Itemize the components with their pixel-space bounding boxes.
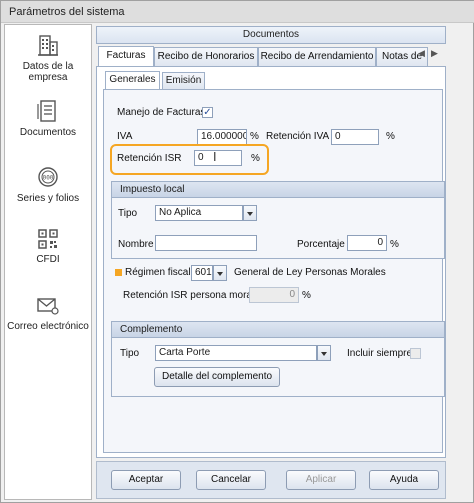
aceptar-button[interactable]: Aceptar xyxy=(111,470,181,490)
tab-facturas[interactable]: Facturas xyxy=(98,46,154,67)
retencion-iva-label: Retención IVA xyxy=(266,131,330,142)
sidebar-item-correo[interactable]: Correo electrónico xyxy=(5,295,91,332)
sidebar-item-cfdi[interactable]: CFDI xyxy=(5,228,91,265)
regimen-fiscal-label: Régimen fiscal xyxy=(125,267,191,278)
subtab-label: Emisión xyxy=(165,75,202,86)
subtab-emision[interactable]: Emisión xyxy=(162,72,205,90)
document-icon xyxy=(37,100,56,122)
sidebar-item-company-data[interactable]: Datos de la empresa xyxy=(5,33,91,83)
detalle-complemento-button[interactable]: Detalle del complemento xyxy=(154,367,280,387)
retencion-iva-input[interactable]: 0 xyxy=(331,129,379,145)
sidebar-item-documentos[interactable]: Documentos xyxy=(5,99,91,138)
porcentaje-percent-label: % xyxy=(390,239,399,250)
complemento-tipo-select[interactable]: Carta Porte xyxy=(155,345,317,361)
aplicar-button[interactable]: Aplicar xyxy=(286,470,356,490)
sidebar-item-label: Documentos xyxy=(19,127,77,138)
regimen-fiscal-code-select[interactable]: 601 xyxy=(191,265,213,281)
required-marker xyxy=(115,269,122,276)
retencion-isr-moral-label: Retención ISR persona moral xyxy=(123,290,255,301)
regimen-dropdown-icon[interactable] xyxy=(213,265,227,281)
iva-input[interactable]: 16.000000 xyxy=(197,129,247,145)
retencion-isr-highlight xyxy=(110,144,269,175)
complemento-dropdown-icon[interactable] xyxy=(317,345,331,361)
iva-percent-label: % xyxy=(250,131,259,142)
regimen-description: General de Ley Personas Morales xyxy=(234,267,386,278)
incluir-siempre-label: Incluir siempre xyxy=(347,348,413,359)
nombre-label: Nombre xyxy=(118,239,154,250)
subtab-label: Generales xyxy=(109,74,156,85)
cancelar-button[interactable]: Cancelar xyxy=(196,470,266,490)
manejo-facturas-label: Manejo de Facturas xyxy=(117,107,206,118)
sidebar-item-label: Series y folios xyxy=(16,193,80,204)
retencion-isr-moral-input[interactable]: 0 xyxy=(249,287,299,303)
retencion-moral-percent-label: % xyxy=(302,290,311,301)
sidebar-item-label-2: empresa xyxy=(28,72,68,83)
sidebar-item-series-folios[interactable]: 000 Series y folios xyxy=(5,165,91,204)
tab-label: Facturas xyxy=(106,50,146,61)
impuesto-tipo-label: Tipo xyxy=(118,208,138,219)
qr-code-icon xyxy=(38,229,58,249)
complemento-tipo-label: Tipo xyxy=(120,348,140,359)
title-bar: Parámetros del sistema xyxy=(1,1,474,23)
series-icon: 000 xyxy=(38,167,58,187)
sidebar-item-label: CFDI xyxy=(36,254,60,265)
tab-scroll-left-icon[interactable]: ◀ xyxy=(418,48,425,59)
manejo-facturas-checkbox[interactable]: ✓ xyxy=(202,107,213,118)
retencion-iva-percent-label: % xyxy=(386,131,395,142)
tab-recibo-honorarios[interactable]: Recibo de Honorarios xyxy=(154,47,258,67)
tab-label: Recibo de Honorarios xyxy=(157,51,255,62)
ayuda-button[interactable]: Ayuda xyxy=(369,470,439,490)
svg-text:000: 000 xyxy=(43,175,54,182)
impuesto-tipo-select[interactable]: No Aplica xyxy=(155,205,243,221)
tab-recibo-arrendamiento[interactable]: Recibo de Arrendamiento xyxy=(258,47,376,67)
impuesto-local-title: Impuesto local xyxy=(112,182,444,198)
system-parameters-window: Parámetros del sistema Datos de la empre… xyxy=(0,0,474,503)
complemento-title: Complemento xyxy=(112,322,444,338)
impuesto-tipo-dropdown-icon[interactable] xyxy=(243,205,257,221)
sidebar-item-label: Correo electrónico xyxy=(7,321,89,332)
iva-label: IVA xyxy=(117,131,133,142)
subtab-generales[interactable]: Generales xyxy=(105,71,160,90)
tab-label: Notas de C xyxy=(381,51,423,62)
sidebar: Datos de la empresa Documentos 000 Serie… xyxy=(4,24,92,500)
window-title: Parámetros del sistema xyxy=(9,6,125,18)
sidebar-item-label: Datos de la xyxy=(22,61,74,72)
documents-header: Documentos xyxy=(96,26,446,44)
tab-label: Recibo de Arrendamiento xyxy=(260,51,374,62)
building-icon xyxy=(38,35,58,56)
nombre-input[interactable] xyxy=(155,235,257,251)
incluir-siempre-checkbox[interactable] xyxy=(410,348,421,359)
porcentaje-label: Porcentaje xyxy=(297,239,345,250)
tab-scroll-right-icon[interactable]: ▶ xyxy=(431,48,438,59)
porcentaje-input[interactable]: 0 xyxy=(347,235,387,251)
envelope-gear-icon xyxy=(37,298,59,315)
